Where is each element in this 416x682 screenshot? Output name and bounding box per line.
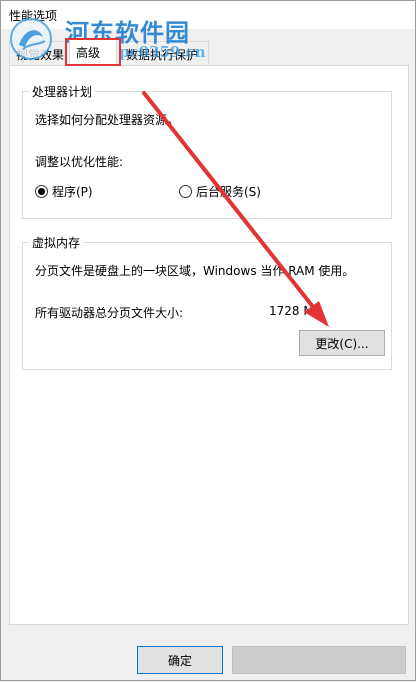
tab-label: 数据执行保护 [126,48,199,62]
total-paging-size-label: 所有驱动器总分页文件大小: [35,306,184,320]
radio-background-services-indicator[interactable] [179,185,192,198]
processor-scheduling-legend: 处理器计划 [29,83,96,100]
window-title: 性能选项 [9,9,58,23]
tab-label: 视觉效果 [16,48,65,62]
tab-bar: 视觉效果 高级 数据执行保护 [9,39,409,66]
tab-data-execution-prevention[interactable]: 数据执行保护 [119,41,209,65]
tab-visual-effects[interactable]: 视觉效果 [9,41,71,65]
radio-programs[interactable]: 程序(P) [35,183,93,200]
processor-scheduling-group: 处理器计划 选择如何分配处理器资源。 调整以优化性能: 程序(P) 后台服务(S… [22,83,392,219]
radio-programs-label: 程序(P) [52,185,93,199]
radio-programs-indicator[interactable] [35,185,48,198]
ok-button[interactable]: 确定 [137,646,223,674]
cancel-button[interactable] [232,646,406,674]
tab-label: 高级 [76,46,101,60]
radio-background-services[interactable]: 后台服务(S) [179,183,261,200]
tab-advanced[interactable]: 高级 [69,39,117,66]
processor-description: 选择如何分配处理器资源。 [35,113,180,127]
change-button[interactable]: 更改(C)... [299,330,385,356]
adjust-performance-label: 调整以优化性能: [35,155,124,169]
advanced-tab-panel: 处理器计划 选择如何分配处理器资源。 调整以优化性能: 程序(P) 后台服务(S… [9,65,409,625]
total-paging-size-value: 1728 MB [269,304,322,318]
title-bar: 性能选项 [1,1,415,29]
radio-background-services-label: 后台服务(S) [196,185,261,199]
virtual-memory-legend: 虚拟内存 [29,234,84,251]
performance-options-window: 性能选项 视觉效果 高级 数据执行保护 处理器计划 选择如何分配处理器资源。 调… [0,0,416,681]
paging-file-description: 分页文件是硬盘上的一块区域，Windows 当作 RAM 使用。 [35,264,355,278]
virtual-memory-group: 虚拟内存 分页文件是硬盘上的一块区域，Windows 当作 RAM 使用。 所有… [22,234,392,370]
